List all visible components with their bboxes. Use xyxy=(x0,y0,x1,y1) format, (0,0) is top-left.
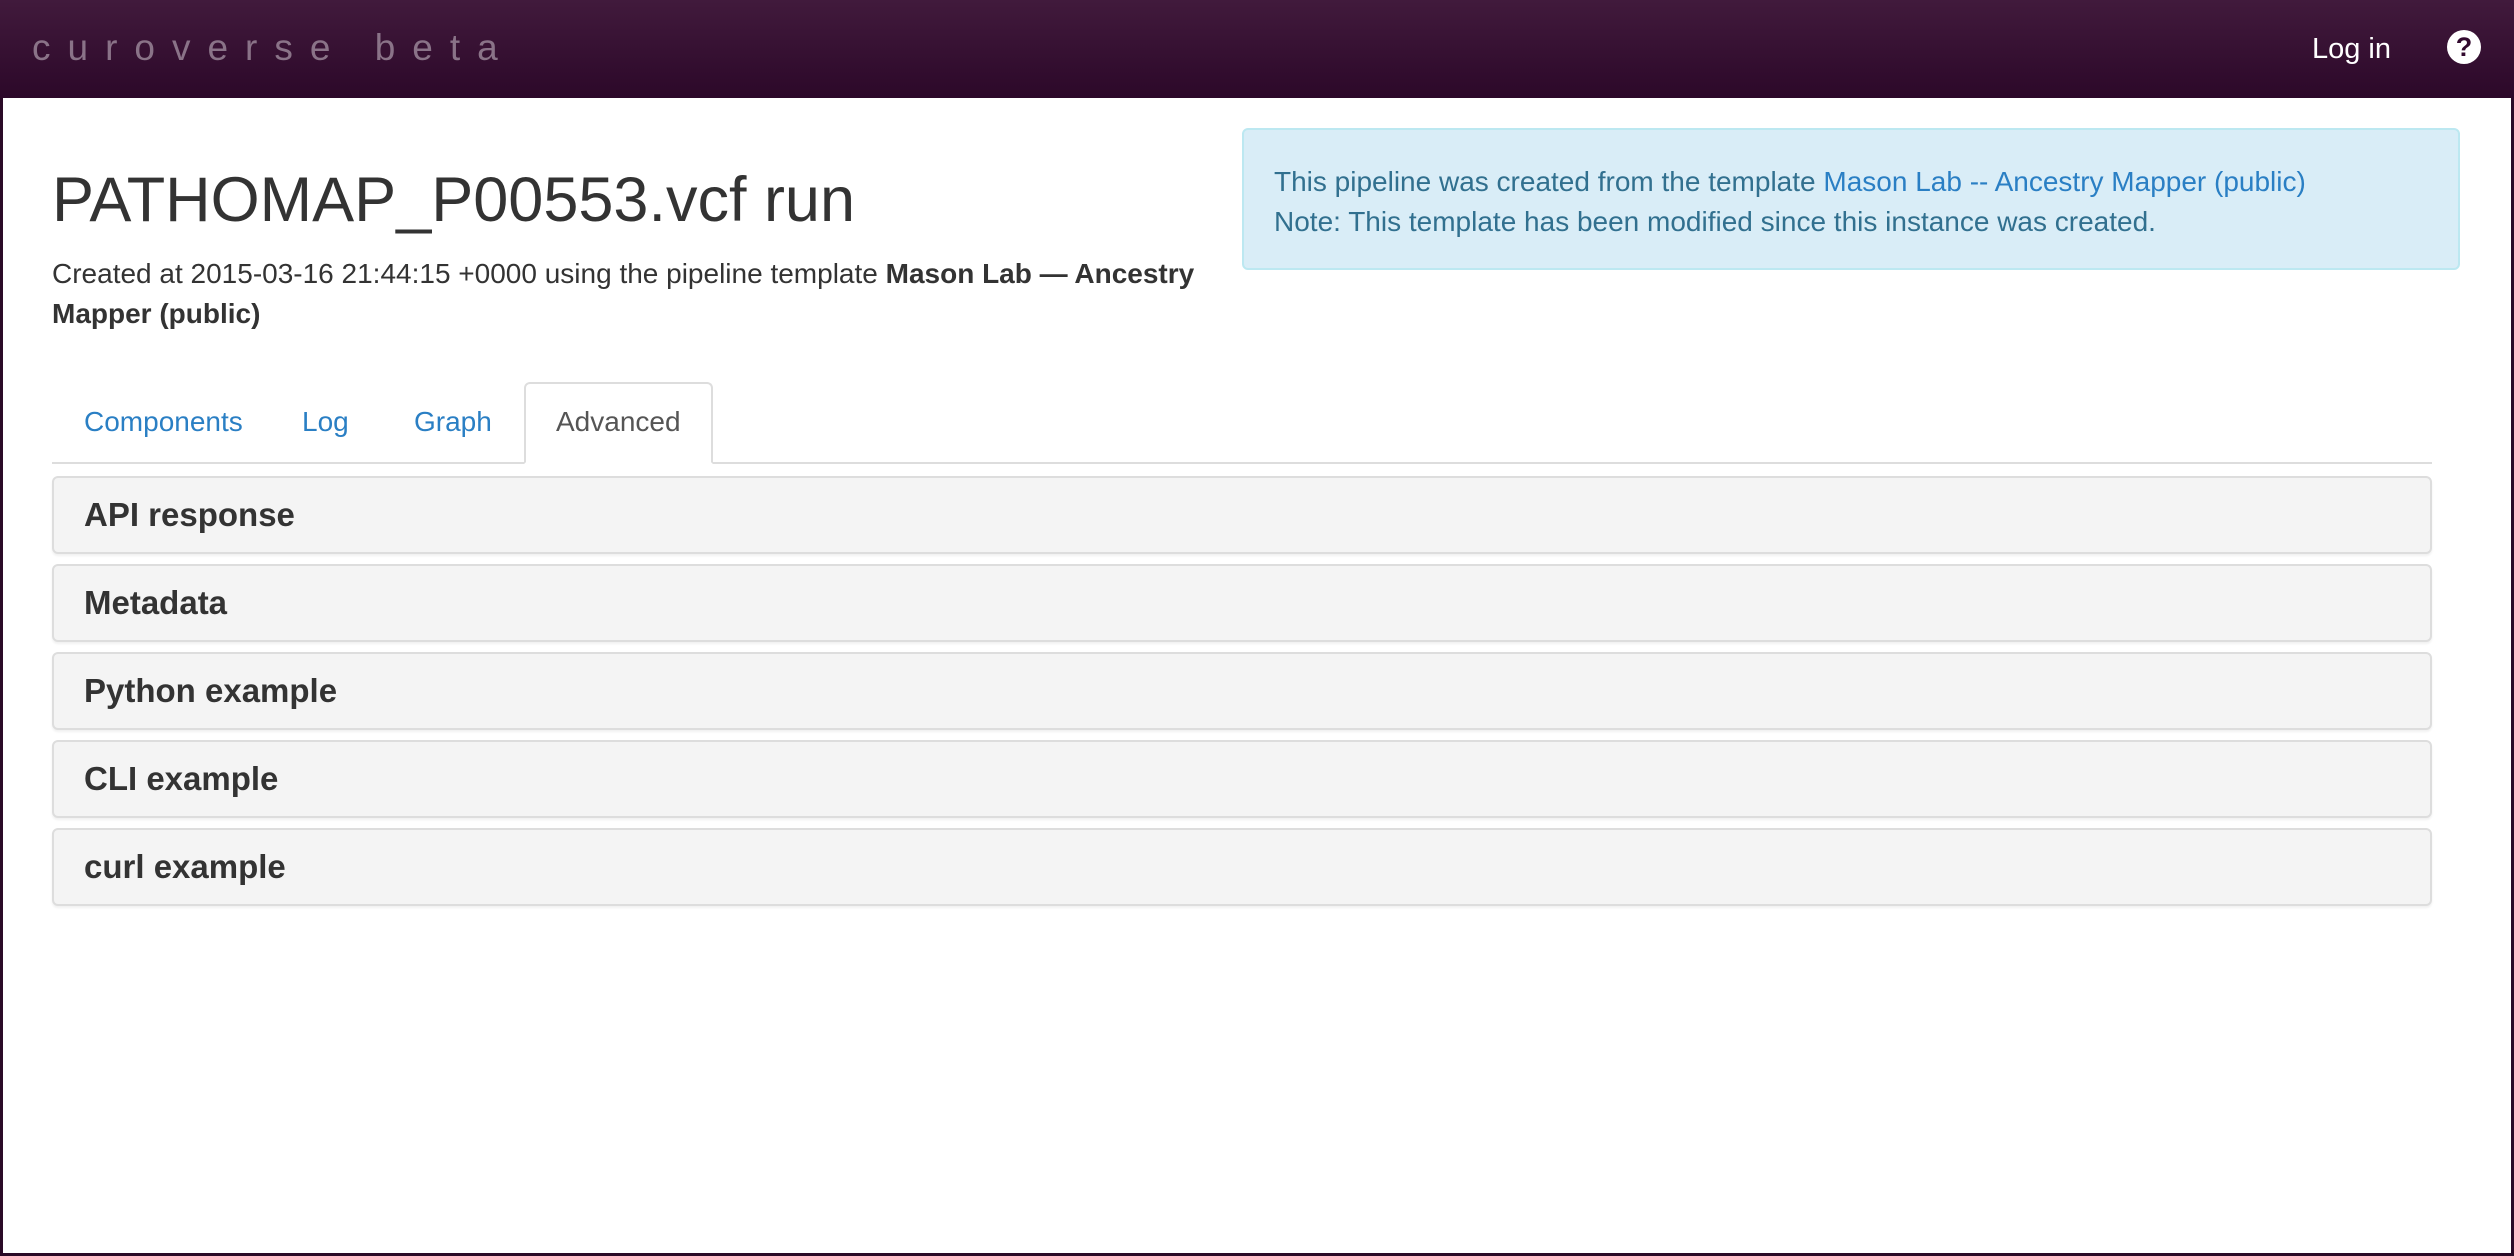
info-line-2: Note: This template has been modified si… xyxy=(1274,206,2156,237)
login-link[interactable]: Log in xyxy=(2312,30,2391,68)
question-circle-icon[interactable]: ? xyxy=(2447,30,2481,64)
tab-components[interactable]: Components xyxy=(84,382,243,462)
tab-log[interactable]: Log xyxy=(302,382,349,462)
tab-advanced[interactable]: Advanced xyxy=(524,382,713,464)
brand-logo[interactable]: curoverse beta xyxy=(32,26,515,70)
window-border-left xyxy=(0,98,3,1256)
panel-title: CLI example xyxy=(84,760,279,797)
tab-graph[interactable]: Graph xyxy=(414,382,492,462)
panel-python-example[interactable]: Python example xyxy=(52,652,2432,730)
info-line-1: This pipeline was created from the templ… xyxy=(1274,162,2428,202)
template-info-alert: This pipeline was created from the templ… xyxy=(1242,128,2460,270)
created-info: Created at 2015-03-16 21:44:15 +0000 usi… xyxy=(52,254,1222,334)
panel-metadata[interactable]: Metadata xyxy=(52,564,2432,642)
created-text: Created at 2015-03-16 21:44:15 +0000 usi… xyxy=(52,258,886,289)
tab-bar: Components Log Graph Advanced xyxy=(52,382,2432,464)
panel-title: Python example xyxy=(84,672,338,709)
template-link[interactable]: Mason Lab -- Ancestry Mapper (public) xyxy=(1823,166,2305,197)
panel-title: API response xyxy=(84,496,295,533)
panel-cli-example[interactable]: CLI example xyxy=(52,740,2432,818)
panel-curl-example[interactable]: curl example xyxy=(52,828,2432,906)
panel-api-response[interactable]: API response xyxy=(52,476,2432,554)
info-text: This pipeline was created from the templ… xyxy=(1274,166,1824,197)
top-navbar: curoverse beta Log in ? xyxy=(0,0,2514,98)
panel-title: curl example xyxy=(84,848,286,885)
panel-title: Metadata xyxy=(84,584,228,621)
page-title: PATHOMAP_P00553.vcf run xyxy=(52,165,856,235)
